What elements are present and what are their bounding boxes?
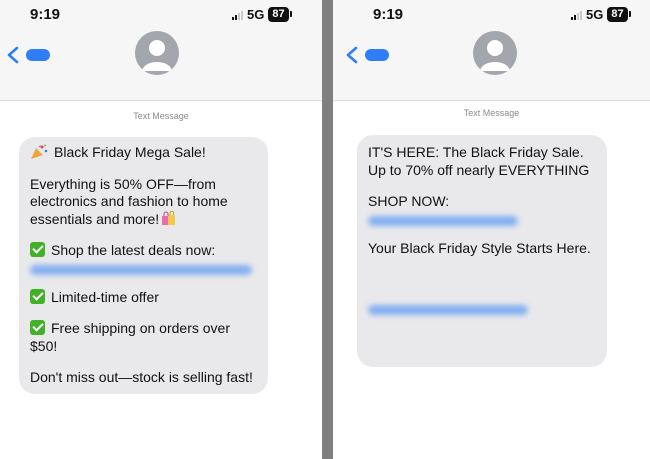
message-headline: IT'S HERE: The Black Friday Sale. Up to … bbox=[368, 144, 590, 178]
message-type-label: Text Message bbox=[463, 108, 520, 118]
status-indicators: 5G 87 bbox=[232, 7, 292, 22]
check-mark-icon bbox=[30, 320, 45, 335]
battery-icon: 87 bbox=[607, 7, 631, 22]
back-chevron-icon bbox=[346, 46, 358, 64]
message-type-label: Text Message bbox=[133, 111, 189, 121]
status-time: 9:19 bbox=[30, 6, 61, 23]
message-item-limited-text: Limited-time offer bbox=[51, 288, 159, 305]
message-intro-line: Everything is 50% OFF—from electronics a… bbox=[30, 176, 258, 229]
status-indicators: 5G 87 bbox=[571, 7, 631, 22]
status-time: 9:19 bbox=[373, 6, 404, 23]
battery-icon: 87 bbox=[268, 7, 292, 22]
message-title: Black Friday Mega Sale! bbox=[54, 144, 206, 160]
image-divider bbox=[322, 0, 333, 459]
message-item-limited: Limited-time offer bbox=[30, 288, 258, 307]
message-item-shop-text: Shop the latest deals now: bbox=[51, 242, 216, 258]
right-phone-screen: 9:19 5G 87 Text Message IT'S HERE: The B… bbox=[333, 0, 650, 459]
message-closing: Don't miss out—stock is selling fast! bbox=[30, 369, 253, 385]
conversation-header: 9:19 5G 87 bbox=[0, 0, 322, 101]
message-link-blurred[interactable] bbox=[30, 264, 252, 275]
network-type: 5G bbox=[586, 7, 604, 22]
message-bubble[interactable]: IT'S HERE: The Black Friday Sale. Up to … bbox=[357, 135, 607, 367]
message-item-shop: Shop the latest deals now: bbox=[30, 242, 258, 260]
unread-count-badge bbox=[365, 49, 389, 61]
check-mark-icon bbox=[30, 288, 45, 304]
contact-avatar[interactable] bbox=[135, 31, 179, 75]
message-item-shipping: Free shipping on orders over $50! bbox=[30, 320, 258, 355]
signal-icon bbox=[571, 10, 582, 20]
message-link-blurred-2[interactable] bbox=[368, 305, 528, 315]
check-mark-icon bbox=[30, 242, 45, 257]
back-chevron-icon bbox=[7, 46, 19, 64]
avatar-icon bbox=[480, 40, 510, 71]
message-shop-now: SHOP NOW: bbox=[368, 193, 450, 209]
back-button[interactable] bbox=[343, 45, 389, 65]
network-type: 5G bbox=[247, 7, 265, 22]
contact-avatar[interactable] bbox=[473, 31, 517, 75]
message-intro: Everything is 50% OFF—from electronics a… bbox=[30, 175, 228, 227]
left-phone-screen: 9:19 5G 87 Text Message Black Friday Meg… bbox=[0, 0, 322, 459]
message-tagline: Your Black Friday Style Starts Here. bbox=[368, 239, 591, 256]
avatar-icon bbox=[142, 40, 172, 71]
message-link-blurred[interactable] bbox=[368, 215, 518, 226]
message-bubble[interactable]: Black Friday Mega Sale! Everything is 50… bbox=[19, 137, 268, 394]
conversation-header: 9:19 5G 87 bbox=[333, 0, 650, 101]
message-item-shipping-text: Free shipping on orders over $50! bbox=[30, 320, 230, 354]
party-popper-icon bbox=[31, 144, 48, 159]
unread-count-badge bbox=[26, 49, 50, 61]
back-button[interactable] bbox=[4, 45, 50, 65]
signal-icon bbox=[232, 10, 243, 20]
shopping-bags-icon bbox=[162, 210, 176, 225]
message-title-line: Black Friday Mega Sale! bbox=[30, 144, 258, 162]
